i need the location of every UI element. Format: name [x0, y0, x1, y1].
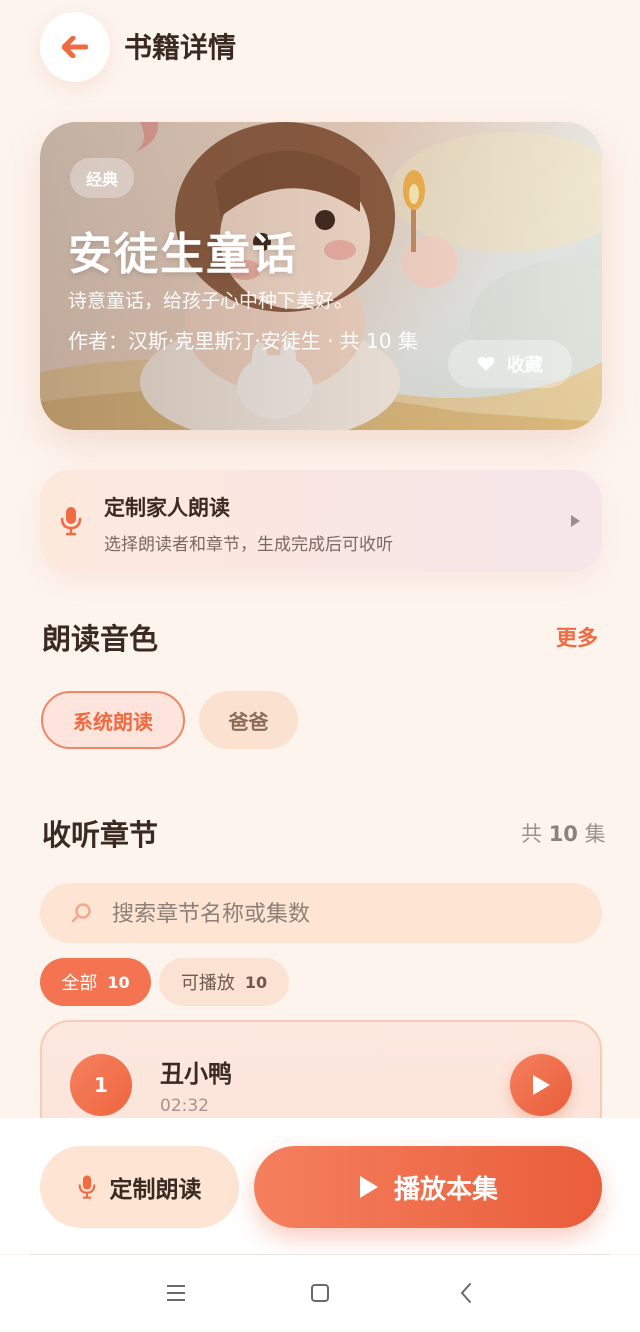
chapter-search-input[interactable]: [110, 893, 584, 935]
chapters-section-title: 收听章节: [42, 818, 159, 852]
microphone-icon: [60, 507, 82, 536]
episode-duration: 02:32: [160, 1096, 209, 1116]
custom-family-reading-card[interactable]: 定制家人朗读 选择朗读者和章节，生成完成后可收听: [40, 470, 602, 572]
menu-nav-button[interactable]: [156, 1273, 196, 1313]
chapter-count-prefix: 共: [521, 822, 542, 846]
chapter-count-suffix: 集: [584, 822, 606, 846]
filter-all[interactable]: 全部 10: [40, 958, 151, 1006]
header: 书籍详情: [0, 0, 640, 96]
filter-playable[interactable]: 可播放 10: [159, 958, 289, 1006]
favorite-label: 收藏: [507, 355, 543, 376]
voice-option-dad[interactable]: 爸爸: [199, 691, 298, 749]
book-tag: 经典: [70, 158, 135, 198]
episode-play-button[interactable]: [510, 1054, 572, 1116]
family-reading-description: 选择朗读者和章节，生成完成后可收听: [104, 535, 393, 555]
back-nav-button[interactable]: [446, 1273, 486, 1313]
square-icon: [311, 1284, 329, 1302]
voice-option-system[interactable]: 系统朗读: [41, 691, 185, 749]
episode-number: 1: [70, 1054, 132, 1116]
page-title: 书籍详情: [124, 31, 237, 64]
book-subtitle: 诗意童话，给孩子心中种下美好。: [68, 290, 354, 312]
chevron-right-icon: [571, 515, 580, 527]
play-icon: [533, 1075, 550, 1095]
play-episode-label: 播放本集: [393, 1174, 498, 1205]
filter-playable-count: 10: [244, 972, 268, 992]
microphone-icon: [78, 1175, 95, 1199]
menu-icon: [167, 1285, 185, 1301]
voices-section-title: 朗读音色: [42, 622, 159, 656]
filter-all-count: 10: [107, 972, 130, 992]
play-icon: [359, 1176, 378, 1198]
back-button[interactable]: [40, 12, 110, 82]
heart-icon: [477, 356, 495, 371]
filter-all-label: 全部: [61, 973, 98, 994]
system-navigation-bar: [0, 1255, 640, 1332]
filter-playable-label: 可播放: [180, 973, 235, 994]
book-hero-card: 经典 安徒生童话 诗意童话，给孩子心中种下美好。 作者：汉斯·克里斯汀·安徒生 …: [40, 122, 602, 430]
chapter-count: 共 10 集: [521, 818, 606, 848]
play-episode-button[interactable]: 播放本集: [254, 1146, 602, 1228]
custom-read-button[interactable]: 定制朗读: [40, 1146, 239, 1228]
search-icon: [71, 903, 91, 923]
chapter-search-box[interactable]: [40, 883, 602, 943]
bottom-action-bar: 定制朗读 播放本集: [0, 1118, 640, 1254]
favorite-button[interactable]: 收藏: [448, 340, 572, 388]
custom-read-label: 定制朗读: [109, 1177, 202, 1203]
chevron-left-icon: [460, 1283, 471, 1303]
episode-title: 丑小鸭: [160, 1060, 232, 1088]
book-title: 安徒生童话: [68, 229, 298, 280]
more-voices-link[interactable]: 更多: [556, 622, 598, 652]
home-nav-button[interactable]: [300, 1273, 340, 1313]
chapter-count-value: 10: [548, 822, 578, 846]
family-reading-title: 定制家人朗读: [104, 496, 230, 520]
book-author: 作者：汉斯·克里斯汀·安徒生 · 共 10 集: [68, 329, 418, 353]
arrow-left-icon: [62, 36, 88, 58]
